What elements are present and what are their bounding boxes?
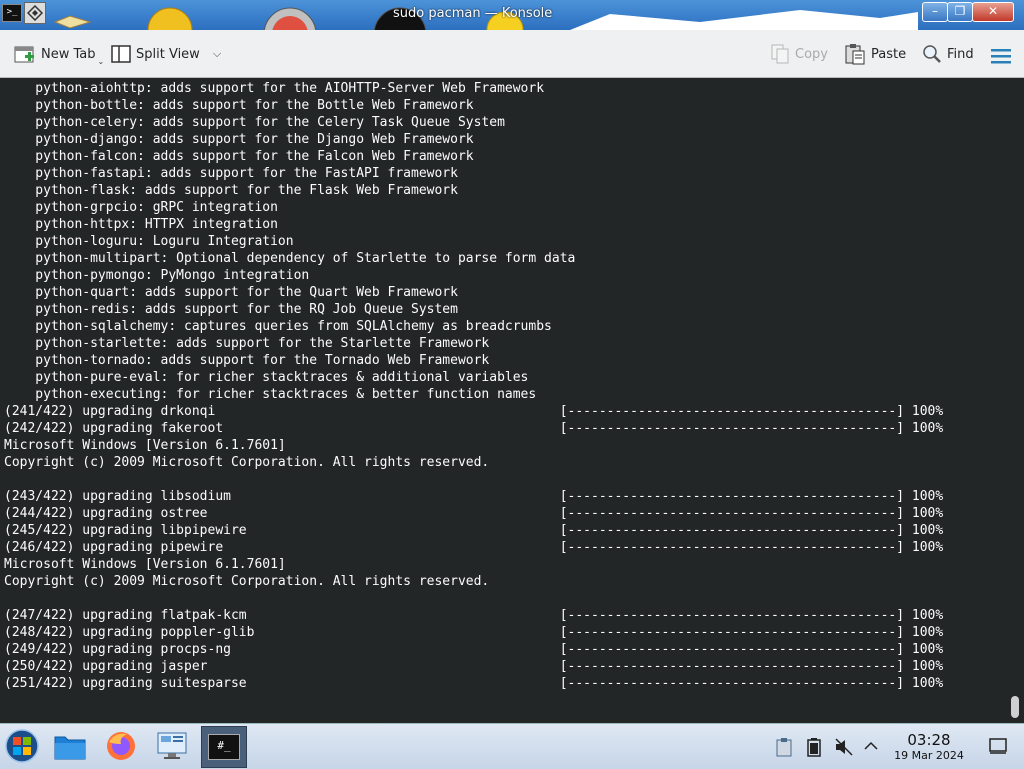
terminal-line: python-starlette: adds support for the S… xyxy=(4,336,490,351)
terminal-line: (245/422) upgrading libpipewire [-------… xyxy=(4,523,944,538)
hamburger-menu-icon xyxy=(991,49,1011,64)
terminal-line: (243/422) upgrading libsodium [---------… xyxy=(4,489,944,504)
window-menu-icon[interactable] xyxy=(24,2,46,24)
terminal-line: Microsoft Windows [Version 6.1.7601] xyxy=(4,438,286,453)
terminal-line: (250/422) upgrading jasper [------------… xyxy=(4,659,944,674)
terminal-line: (251/422) upgrading suitesparse [-------… xyxy=(4,676,944,691)
taskbar-firefox[interactable] xyxy=(99,726,143,766)
terminal-scrollbar[interactable] xyxy=(1008,78,1024,723)
terminal-line: python-django: adds support for the Djan… xyxy=(4,132,474,147)
new-tab-icon xyxy=(14,46,34,63)
terminal-line: python-bottle: adds support for the Bott… xyxy=(4,98,474,113)
chevron-up-icon xyxy=(864,741,878,750)
split-view-icon xyxy=(111,45,131,63)
taskbar-file-manager[interactable] xyxy=(48,726,92,766)
tray-battery[interactable] xyxy=(806,737,822,761)
copy-label: Copy xyxy=(795,46,828,62)
terminal-line: python-tornado: adds support for the Tor… xyxy=(4,353,490,368)
taskbar: #_ 03:28 19 Mar 2024 xyxy=(0,723,1024,769)
start-button[interactable] xyxy=(0,726,44,766)
terminal-line: python-pymongo: PyMongo integration xyxy=(4,268,310,283)
terminal-line: (244/422) upgrading ostree [------------… xyxy=(4,506,944,521)
konsole-toolbar: New Tab ⌄ Split View ⌵ Copy Paste Find xyxy=(0,30,1024,78)
terminal-line: python-loguru: Loguru Integration xyxy=(4,234,294,249)
terminal-line: Microsoft Windows [Version 6.1.7601] xyxy=(4,557,286,572)
folder-icon xyxy=(54,736,86,760)
restore-icon: ❐ xyxy=(954,4,966,18)
split-view-label: Split View xyxy=(136,46,200,62)
search-icon xyxy=(923,45,941,63)
windows-logo-icon xyxy=(5,729,39,763)
tray-expand[interactable] xyxy=(863,738,879,758)
find-button[interactable]: Find xyxy=(922,42,974,66)
terminal-line: (247/422) upgrading flatpak-kcm [-------… xyxy=(4,608,944,623)
terminal-line: (246/422) upgrading pipewire [----------… xyxy=(4,540,944,555)
terminal-line: Copyright (c) 2009 Microsoft Corporation… xyxy=(4,455,490,470)
terminal-line: python-executing: for richer stacktraces… xyxy=(4,387,537,402)
terminal-line: python-flask: adds support for the Flask… xyxy=(4,183,458,198)
show-desktop-button[interactable] xyxy=(988,737,1008,759)
terminal-line: python-httpx: HTTPX integration xyxy=(4,217,278,232)
scrollbar-thumb[interactable] xyxy=(1011,696,1019,718)
volume-muted-icon xyxy=(835,738,853,756)
new-tab-button[interactable]: New Tab ⌄ xyxy=(14,42,104,66)
terminal-line: python-redis: adds support for the RQ Jo… xyxy=(4,302,458,317)
terminal-line: (249/422) upgrading procps-ng [---------… xyxy=(4,642,944,657)
new-tab-dropdown-icon[interactable]: ⌄ xyxy=(98,57,105,66)
paste-button[interactable]: Paste xyxy=(844,42,906,66)
clock-time[interactable]: 03:28 xyxy=(895,731,963,749)
minimize-icon: – xyxy=(932,4,938,18)
window-title: sudo pacman — Konsole xyxy=(393,6,553,21)
close-icon: ✕ xyxy=(987,4,999,18)
terminal-line: python-falcon: adds support for the Falc… xyxy=(4,149,474,164)
hamburger-menu-button[interactable] xyxy=(990,44,1012,68)
taskbar-system-monitor[interactable] xyxy=(151,726,195,766)
paste-icon xyxy=(845,44,865,65)
clock-date[interactable]: 19 Mar 2024 xyxy=(888,749,970,762)
minimize-button[interactable]: – xyxy=(922,2,948,22)
find-label: Find xyxy=(947,46,974,62)
terminal-line: (242/422) upgrading fakeroot [----------… xyxy=(4,421,944,436)
close-button[interactable]: ✕ xyxy=(972,2,1014,22)
terminal-line: python-aiohttp: adds support for the AIO… xyxy=(4,81,545,96)
clipboard-icon xyxy=(776,738,792,757)
terminal-line: python-pure-eval: for richer stacktraces… xyxy=(4,370,529,385)
terminal-line: python-fastapi: adds support for the Fas… xyxy=(4,166,458,181)
terminal-line: (241/422) upgrading drkonqi [-----------… xyxy=(4,404,944,419)
system-monitor-icon xyxy=(157,732,187,759)
terminal-output[interactable]: python-aiohttp: adds support for the AIO… xyxy=(0,78,1008,723)
terminal-line: python-sqlalchemy: captures queries from… xyxy=(4,319,552,334)
terminal-line: python-multipart: Optional dependency of… xyxy=(4,251,576,266)
battery-icon xyxy=(807,738,821,757)
split-view-button[interactable]: Split View ⌵ xyxy=(111,42,221,66)
terminal-line: python-grpcio: gRPC integration xyxy=(4,200,278,215)
terminal-line: Copyright (c) 2009 Microsoft Corporation… xyxy=(4,574,490,589)
konsole-icon: #_ xyxy=(208,734,240,760)
chevron-down-icon[interactable]: ⌵ xyxy=(213,47,221,61)
tray-clipboard[interactable] xyxy=(776,737,792,761)
terminal-line: python-celery: adds support for the Cele… xyxy=(4,115,505,130)
taskbar-konsole[interactable]: #_ xyxy=(201,726,247,768)
firefox-icon xyxy=(107,732,135,760)
paste-label: Paste xyxy=(871,46,907,62)
tray-volume[interactable] xyxy=(834,737,854,761)
terminal-line: python-quart: adds support for the Quart… xyxy=(4,285,458,300)
title-bar[interactable]: >_ sudo pacman — Konsole – ❐ ✕ xyxy=(0,0,1024,30)
terminal-line: (248/422) upgrading poppler-glib [------… xyxy=(4,625,944,640)
copy-button[interactable]: Copy xyxy=(770,42,828,66)
konsole-app-icon[interactable]: >_ xyxy=(2,4,22,22)
show-desktop-icon xyxy=(989,738,1007,754)
terminal-lines: python-aiohttp: adds support for the AIO… xyxy=(4,80,943,692)
maximize-button[interactable]: ❐ xyxy=(947,2,973,22)
new-tab-label: New Tab xyxy=(41,46,96,62)
copy-icon xyxy=(771,44,789,64)
